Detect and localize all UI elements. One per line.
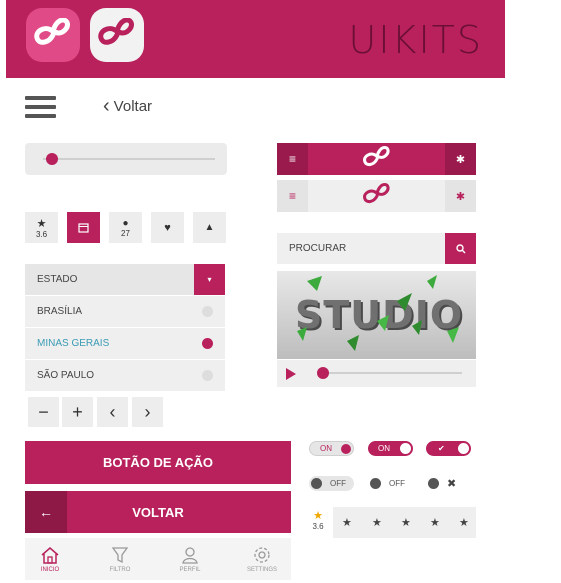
app-title: UIKITS	[348, 18, 483, 62]
prev-button[interactable]: ‹	[97, 397, 128, 427]
back-button-label: VOLTAR	[132, 504, 184, 520]
list-item[interactable]: MINAS GERAIS	[25, 328, 225, 359]
toggle-knob	[341, 444, 351, 454]
star-icon[interactable]: ★	[372, 516, 382, 529]
video-progress-track	[322, 372, 462, 374]
home-icon	[41, 547, 59, 564]
heart-tile[interactable]: ♥	[151, 212, 184, 243]
check-icon: ✔	[438, 444, 445, 453]
toggle-knob	[370, 478, 381, 489]
plus-button[interactable]: +	[62, 397, 93, 427]
toggle-label: ON	[378, 444, 390, 453]
comment-tile[interactable]: ● 27	[109, 212, 142, 243]
toggle-on-light[interactable]: ON	[309, 441, 354, 456]
list-item[interactable]: SÃO PAULO	[25, 360, 225, 391]
calendar-tile[interactable]	[67, 212, 100, 243]
gear-icon	[254, 547, 270, 563]
app-logo-icon	[26, 8, 80, 62]
toggle-off-plain[interactable]: OFF	[368, 476, 413, 491]
rating-value: 3.6	[312, 522, 324, 531]
thumbs-up-icon: ▲	[204, 222, 215, 233]
chevron-left-icon: ‹	[103, 95, 110, 117]
app-header: UIKITS	[6, 0, 505, 78]
toggle-knob	[458, 443, 469, 454]
tab-label: PERFIL	[179, 567, 201, 573]
star-icon: ★	[313, 510, 323, 522]
tab-inicio[interactable]: INICIO	[20, 540, 80, 580]
slider[interactable]	[25, 143, 227, 175]
radio-button-selected[interactable]	[202, 338, 213, 349]
dropdown-label: ESTADO	[37, 274, 78, 285]
app-bar-light: ≡ ✱	[277, 180, 476, 212]
minus-button[interactable]: −	[28, 397, 59, 427]
back-link[interactable]: ‹ Voltar	[103, 95, 153, 117]
play-icon[interactable]	[286, 368, 296, 380]
back-link-label: Voltar	[113, 98, 153, 115]
option-label: SÃO PAULO	[37, 370, 95, 381]
user-icon	[182, 547, 198, 564]
settings-icon[interactable]: ✱	[445, 143, 476, 175]
filter-icon	[111, 547, 129, 564]
radio-button[interactable]	[202, 306, 213, 317]
option-label: MINAS GERAIS	[37, 338, 110, 349]
menu-icon[interactable]: ≡	[277, 143, 308, 175]
radio-button[interactable]	[202, 370, 213, 381]
app-bar-dark: ≡ ✱	[277, 143, 476, 175]
video-thumbnail[interactable]: STUDIO	[277, 271, 476, 359]
slider-track	[43, 158, 215, 160]
like-tile[interactable]: ▲	[193, 212, 226, 243]
state-dropdown[interactable]: ESTADO ▾	[25, 264, 225, 295]
toggle-knob	[311, 478, 322, 489]
toggle-check[interactable]: ✔	[426, 441, 471, 456]
tab-label: SETTINGS	[246, 567, 277, 573]
menu-icon[interactable]: ≡	[277, 180, 308, 212]
star-icon[interactable]: ★	[342, 516, 352, 529]
rating-value-box: ★ 3.6	[308, 509, 328, 531]
back-button[interactable]: ← VOLTAR	[25, 491, 291, 533]
app-logo-icon	[308, 183, 445, 209]
comment-icon: ●	[122, 217, 129, 229]
toggle-cross[interactable]: ✖	[426, 476, 471, 491]
close-icon: ✖	[447, 478, 457, 490]
star-icon[interactable]: ★	[401, 516, 411, 529]
rating-tile[interactable]: ★ 3.6	[25, 212, 58, 243]
tab-perfil[interactable]: PERFIL	[160, 540, 220, 580]
video-player-bar	[277, 360, 476, 387]
toggle-knob	[400, 443, 411, 454]
star-icon[interactable]: ★	[459, 516, 469, 529]
search-icon[interactable]	[445, 233, 476, 264]
rating-tile-value: 3.6	[35, 229, 48, 239]
list-item[interactable]: BRASÍLIA	[25, 296, 225, 327]
tab-label: FILTRO	[109, 567, 131, 573]
shards-graphic	[297, 275, 459, 351]
comment-tile-value: 27	[121, 228, 130, 238]
toggle-label: OFF	[330, 479, 346, 488]
tab-filtro[interactable]: FILTRO	[90, 540, 150, 580]
search-placeholder: PROCURAR	[289, 243, 347, 254]
app-logo-alt-icon	[90, 8, 144, 62]
toggle-knob	[428, 478, 439, 489]
video-progress-handle[interactable]	[317, 367, 329, 379]
search-field[interactable]: PROCURAR	[277, 233, 476, 264]
tab-label: INICIO	[40, 567, 60, 573]
settings-icon[interactable]: ✱	[445, 180, 476, 212]
action-button[interactable]: BOTÃO DE AÇÃO	[25, 441, 291, 484]
toggle-off-light[interactable]: OFF	[309, 476, 354, 491]
next-button[interactable]: ›	[132, 397, 163, 427]
calendar-icon	[78, 223, 89, 233]
toggle-on-solid[interactable]: ON	[368, 441, 413, 456]
back-arrow-icon: ←	[25, 491, 67, 533]
app-logo-icon	[308, 146, 445, 172]
star-icon[interactable]: ★	[430, 516, 440, 529]
toggle-label: OFF	[389, 479, 405, 488]
tab-settings[interactable]: SETTINGS	[232, 540, 292, 580]
star-icon: ★	[36, 217, 47, 230]
heart-icon: ♥	[164, 221, 171, 234]
option-label: BRASÍLIA	[37, 306, 83, 317]
star-rating[interactable]: ★ ★ ★ ★ ★	[333, 507, 476, 538]
toggle-label: ON	[320, 444, 332, 453]
slider-handle[interactable]	[45, 153, 58, 165]
menu-icon[interactable]	[25, 96, 56, 123]
dropdown-caret-icon[interactable]: ▾	[194, 264, 225, 295]
